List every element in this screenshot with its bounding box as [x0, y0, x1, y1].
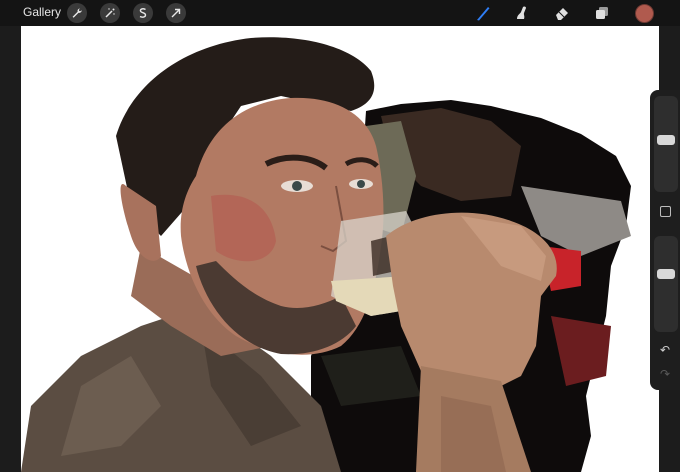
magic-wand-icon: [105, 8, 115, 18]
smudge-icon: [517, 6, 526, 19]
color-picker-button[interactable]: [635, 4, 654, 23]
undo-icon[interactable]: ↶: [658, 343, 672, 357]
brush-button[interactable]: [474, 4, 492, 22]
wrench-icon: [72, 8, 82, 18]
portrait-painting: [21, 37, 631, 472]
top-toolbar: Gallery: [0, 0, 680, 26]
smudge-button[interactable]: [513, 4, 531, 22]
selection-button[interactable]: [133, 3, 153, 23]
transform-button[interactable]: [166, 3, 186, 23]
actions-button[interactable]: [67, 3, 87, 23]
opacity-slider[interactable]: [654, 236, 678, 332]
layers-icon: [596, 7, 608, 19]
eraser-button[interactable]: [553, 4, 571, 22]
eraser-icon: [556, 8, 568, 20]
layers-button[interactable]: [593, 4, 611, 22]
brush-size-thumb[interactable]: [657, 135, 675, 145]
selection-s-icon: [139, 8, 147, 18]
adjustments-button[interactable]: [100, 3, 120, 23]
redo-icon[interactable]: ↷: [658, 367, 672, 381]
brush-icon: [477, 7, 490, 21]
brush-size-slider[interactable]: [654, 96, 678, 192]
gallery-button[interactable]: Gallery: [23, 5, 61, 19]
transform-arrow-icon: [171, 8, 181, 18]
opacity-thumb[interactable]: [657, 269, 675, 280]
drawing-canvas[interactable]: [21, 26, 659, 472]
modify-square-icon[interactable]: [660, 206, 671, 217]
